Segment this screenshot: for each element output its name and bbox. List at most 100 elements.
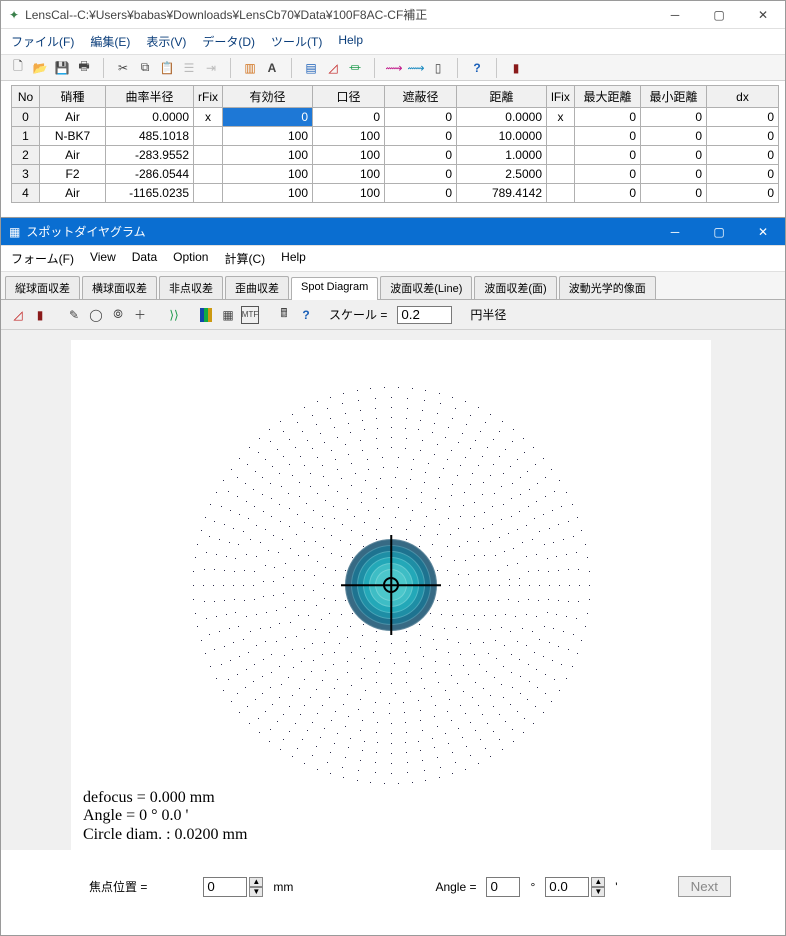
- spot-minimize-button[interactable]: ─: [653, 218, 697, 246]
- cell[interactable]: 0: [575, 127, 641, 146]
- table-row[interactable]: 0Air0.0000x0000.0000x000: [12, 108, 779, 127]
- font-icon[interactable]: A: [263, 59, 281, 77]
- angle-min-spinner[interactable]: ▲▼: [545, 877, 605, 897]
- menu-tool[interactable]: ツール(T): [271, 33, 322, 50]
- cell[interactable]: 485.1018: [106, 127, 194, 146]
- col-header[interactable]: 最小距離: [641, 86, 707, 108]
- cell[interactable]: 100: [223, 127, 313, 146]
- cell[interactable]: 0: [575, 165, 641, 184]
- maximize-button[interactable]: ▢: [697, 1, 741, 29]
- tab-3[interactable]: 歪曲収差: [225, 276, 289, 299]
- menu-help[interactable]: Help: [338, 33, 363, 50]
- col-header[interactable]: 硝種: [40, 86, 106, 108]
- table-row[interactable]: 3F2-286.054410010002.5000000: [12, 165, 779, 184]
- cell[interactable]: 0.0000: [106, 108, 194, 127]
- col-header[interactable]: No: [12, 86, 40, 108]
- cell[interactable]: 100: [313, 165, 385, 184]
- cell[interactable]: 0: [641, 146, 707, 165]
- minimize-button[interactable]: ─: [653, 1, 697, 29]
- cell[interactable]: -286.0544: [106, 165, 194, 184]
- focus-up-icon[interactable]: ▲: [249, 877, 263, 887]
- tool-play-icon[interactable]: ⟩⟩: [165, 306, 183, 324]
- cell[interactable]: 0: [385, 165, 457, 184]
- close-button[interactable]: ✕: [741, 1, 785, 29]
- tab-1[interactable]: 横球面収差: [82, 276, 157, 299]
- cell[interactable]: 2: [12, 146, 40, 165]
- angle-deg-input[interactable]: [486, 877, 520, 897]
- col-header[interactable]: lFix: [547, 86, 575, 108]
- tab-5[interactable]: 波面収差(Line): [380, 276, 472, 299]
- cell[interactable]: 0: [641, 165, 707, 184]
- cell[interactable]: 0: [707, 127, 779, 146]
- calc-icon[interactable]: ▮: [507, 59, 525, 77]
- cell[interactable]: -1165.0235: [106, 184, 194, 203]
- cell[interactable]: 100: [313, 127, 385, 146]
- cell[interactable]: 100: [313, 146, 385, 165]
- chart2-icon[interactable]: ◿: [324, 59, 342, 77]
- cell[interactable]: 10.0000: [457, 127, 547, 146]
- graph2-icon[interactable]: ⟿: [407, 59, 425, 77]
- cell[interactable]: 0: [385, 146, 457, 165]
- cell[interactable]: 4: [12, 184, 40, 203]
- cell[interactable]: 100: [223, 165, 313, 184]
- spot-menu-calc[interactable]: 計算(C): [224, 250, 265, 267]
- cell[interactable]: 0: [575, 108, 641, 127]
- cell[interactable]: 0: [385, 184, 457, 203]
- cell[interactable]: [547, 184, 575, 203]
- tab-4[interactable]: Spot Diagram: [291, 277, 378, 300]
- tool-calc2-icon[interactable]: 🖩: [275, 306, 293, 324]
- cell[interactable]: 0: [641, 184, 707, 203]
- cell[interactable]: 100: [313, 184, 385, 203]
- open-icon[interactable]: 📂: [31, 59, 49, 77]
- cell[interactable]: N-BK7: [40, 127, 106, 146]
- menu-data[interactable]: データ(D): [202, 33, 255, 50]
- spot-maximize-button[interactable]: ▢: [697, 218, 741, 246]
- menu-file[interactable]: ファイル(F): [11, 33, 74, 50]
- cell[interactable]: 0: [385, 127, 457, 146]
- spot-titlebar[interactable]: ▦ スポットダイヤグラム ─ ▢ ✕: [1, 218, 785, 246]
- col-header[interactable]: 距離: [457, 86, 547, 108]
- indent-icon[interactable]: ⇥: [202, 59, 220, 77]
- cell[interactable]: [547, 146, 575, 165]
- tab-6[interactable]: 波面収差(面): [474, 276, 556, 299]
- spot-close-button[interactable]: ✕: [741, 218, 785, 246]
- cell[interactable]: F2: [40, 165, 106, 184]
- save-icon[interactable]: 💾: [53, 59, 71, 77]
- cell[interactable]: [194, 165, 223, 184]
- cell[interactable]: 0: [12, 108, 40, 127]
- tool-mtf-icon[interactable]: MTF: [241, 306, 259, 324]
- angle-down-icon[interactable]: ▼: [591, 887, 605, 897]
- table-row[interactable]: 4Air-1165.02351001000789.4142000: [12, 184, 779, 203]
- tab-2[interactable]: 非点収差: [159, 276, 223, 299]
- cell[interactable]: 3: [12, 165, 40, 184]
- cut-icon[interactable]: ✂: [114, 59, 132, 77]
- spot-menu-help[interactable]: Help: [281, 250, 306, 267]
- tool-mark-b-icon[interactable]: ▮: [31, 306, 49, 324]
- new-icon[interactable]: 🗋: [9, 59, 27, 77]
- table-row[interactable]: 2Air-283.955210010001.0000000: [12, 146, 779, 165]
- col-header[interactable]: 曲率半径: [106, 86, 194, 108]
- cell[interactable]: Air: [40, 146, 106, 165]
- cell[interactable]: [547, 127, 575, 146]
- spot-menu-option[interactable]: Option: [173, 250, 208, 267]
- angle-up-icon[interactable]: ▲: [591, 877, 605, 887]
- col-header[interactable]: 口径: [313, 86, 385, 108]
- tool-grid-icon[interactable]: ▦: [219, 306, 237, 324]
- chart1-icon[interactable]: ▤: [302, 59, 320, 77]
- chart3-icon[interactable]: ⏛: [346, 59, 364, 77]
- next-button[interactable]: Next: [678, 876, 731, 897]
- cell[interactable]: 0: [575, 184, 641, 203]
- cell[interactable]: -283.9552: [106, 146, 194, 165]
- cell[interactable]: 789.4142: [457, 184, 547, 203]
- cell[interactable]: x: [547, 108, 575, 127]
- tab-0[interactable]: 縦球面収差: [5, 276, 80, 299]
- copy-icon[interactable]: ⧉: [136, 59, 154, 77]
- graph1-icon[interactable]: ⟿: [385, 59, 403, 77]
- tool-mark-a-icon[interactable]: ◿: [9, 306, 27, 324]
- cell[interactable]: 0: [313, 108, 385, 127]
- col-header[interactable]: rFix: [194, 86, 223, 108]
- tool-cross-icon[interactable]: ＋: [131, 306, 149, 324]
- tab-7[interactable]: 波動光学的像面: [559, 276, 656, 299]
- col-header[interactable]: 最大距離: [575, 86, 641, 108]
- cell[interactable]: 1: [12, 127, 40, 146]
